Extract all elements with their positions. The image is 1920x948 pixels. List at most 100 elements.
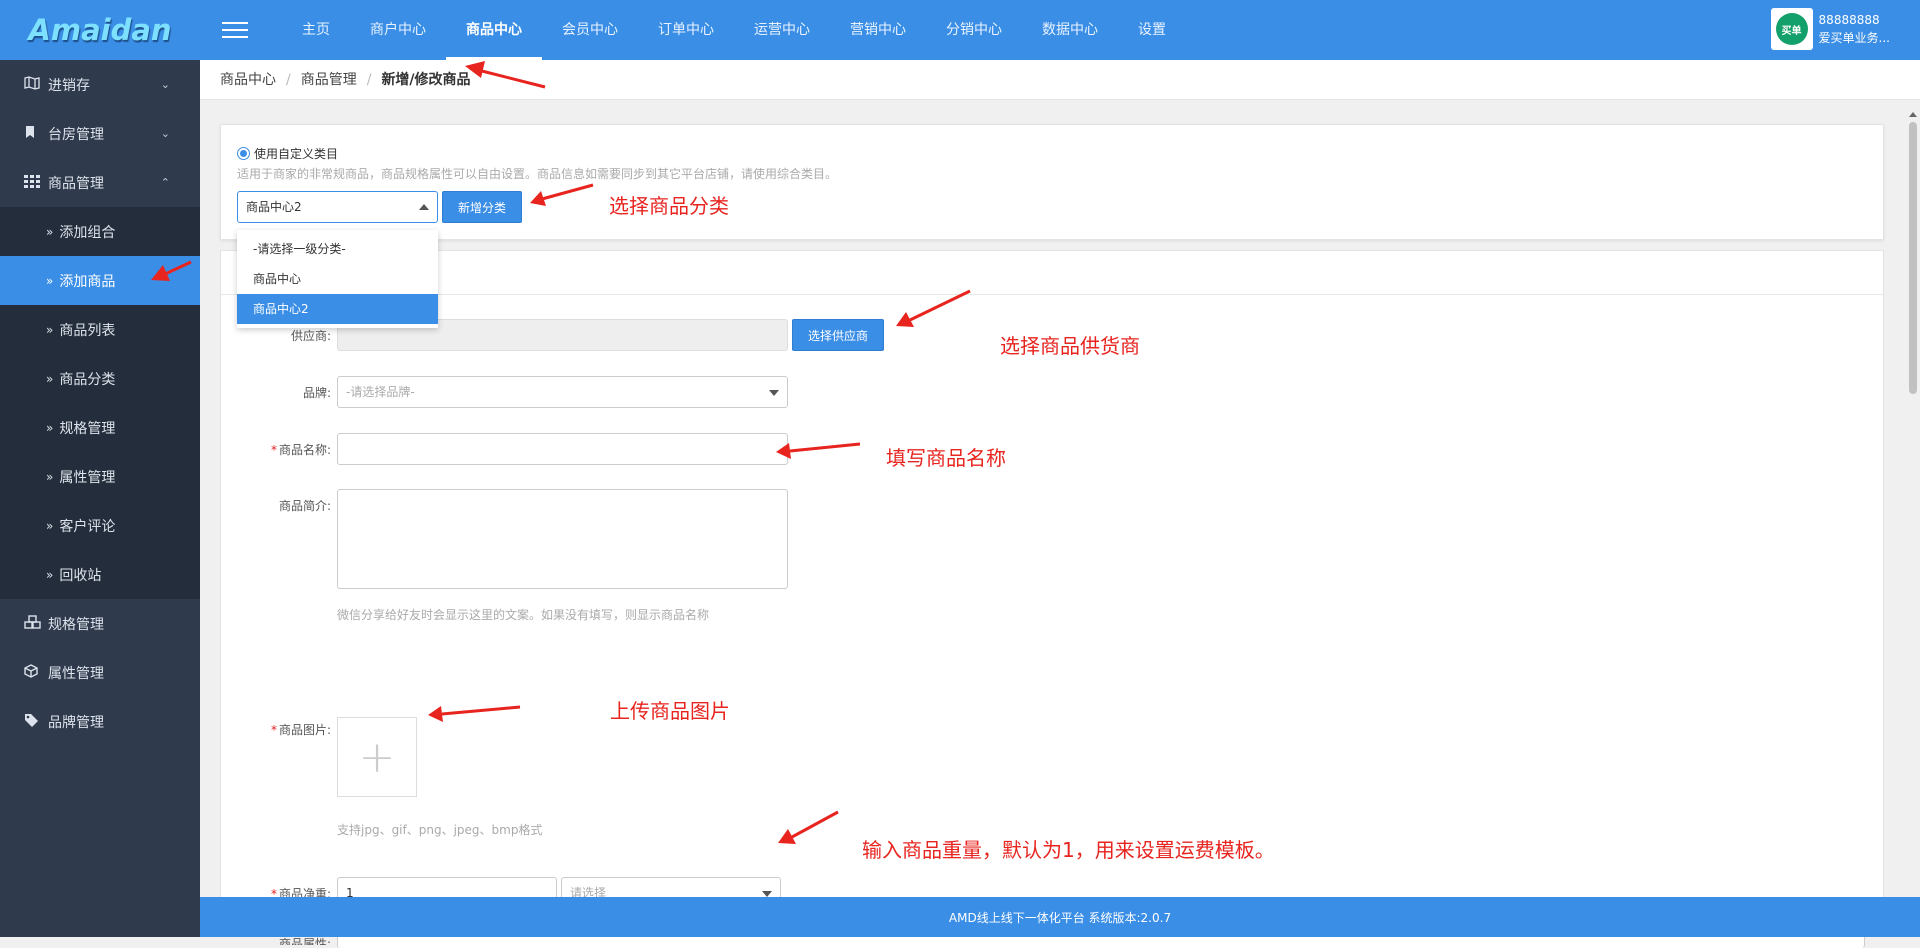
dropdown-option-selected[interactable]: 商品中心2 (237, 294, 438, 324)
plus-icon: + (358, 731, 396, 783)
sidebar-item-label: 属性管理 (48, 665, 104, 682)
hamburger-menu-icon[interactable] (222, 22, 248, 38)
choose-supplier-button[interactable]: 选择供应商 (792, 319, 884, 351)
user-id: 88888888 (1818, 13, 1880, 27)
user-name: 爱买单业务... (1818, 31, 1890, 45)
double-chevron-icon: » (46, 273, 54, 288)
annotation-choose-category: 选择商品分类 (609, 194, 729, 218)
tags-icon (24, 713, 42, 731)
footer-text: AMD线上线下一体化平台 系统版本:2.0.7 (948, 910, 1172, 925)
sub-item-label: 客户评论 (59, 518, 116, 535)
double-chevron-icon: » (46, 420, 54, 435)
top-bar: Amaidan 主页 商户中心 商品中心 会员中心 订单中心 运营中心 营销中心… (0, 0, 1920, 60)
sidebar-item-inventory[interactable]: 进销存 ⌄ (0, 60, 200, 109)
sidebar-item-label: 商品管理 (48, 175, 104, 192)
scrollbar[interactable] (1906, 112, 1920, 897)
sidebar-item-brand[interactable]: 品牌管理 (0, 697, 200, 746)
double-chevron-icon: » (46, 371, 54, 386)
custom-category-radio[interactable]: 使用自定义类目 (237, 145, 338, 162)
brand-label: 品牌: (302, 386, 331, 400)
brand-select[interactable]: -请选择品牌- (337, 376, 788, 408)
nav-tab-product-center[interactable]: 商品中心 (446, 0, 542, 60)
sub-item-label: 回收站 (59, 567, 102, 584)
main-content: 商品中心 / 商品管理 / 新增/修改商品 使用自定义类目 适用于商家的非常规商品，商品… (200, 60, 1920, 948)
nav-tab-member[interactable]: 会员中心 (542, 0, 638, 60)
dropdown-option[interactable]: -请选择一级分类- (237, 234, 438, 264)
nav-tab-merchant[interactable]: 商户中心 (350, 0, 446, 60)
nav-tab-operation[interactable]: 运营中心 (734, 0, 830, 60)
user-menu[interactable]: 买单 88888888 爱买单业务... (1770, 8, 1890, 50)
product-intro-label: 商品简介: (278, 499, 331, 513)
double-chevron-icon: » (46, 224, 54, 239)
category-select[interactable]: 商品中心2 (237, 191, 438, 223)
sidebar-item-label: 规格管理 (48, 616, 104, 633)
cubes-icon (24, 614, 42, 633)
sidebar-sub-add-combo[interactable]: » 添加组合 (0, 207, 200, 256)
sub-item-label: 规格管理 (59, 420, 116, 437)
sidebar-item-attr[interactable]: 属性管理 (0, 648, 200, 697)
breadcrumb-current: 新增/修改商品 (381, 72, 471, 88)
annotation-choose-supplier: 选择商品供货商 (1000, 334, 1140, 358)
scroll-up-icon[interactable] (1909, 112, 1917, 117)
double-chevron-icon: » (46, 567, 54, 582)
annotation-enter-weight: 输入商品重量，默认为1，用来设置运费模板。 (862, 838, 1275, 862)
radio-label: 使用自定义类目 (254, 147, 339, 161)
sidebar-item-label: 品牌管理 (48, 714, 104, 731)
top-nav: 主页 商户中心 商品中心 会员中心 订单中心 运营中心 营销中心 分销中心 数据… (282, 0, 1186, 60)
category-card: 使用自定义类目 适用于商家的非常规商品，商品规格属性可以自由设置。商品信息如需要… (220, 124, 1884, 240)
label-text: 商品图片: (278, 723, 331, 737)
sidebar-item-spec[interactable]: 规格管理 (0, 599, 200, 648)
avatar-logo: 买单 (1775, 13, 1808, 45)
sidebar-sub-add-product[interactable]: » 添加商品 (0, 256, 200, 305)
avatar[interactable]: 买单 (1770, 8, 1813, 50)
caret-up-icon (419, 204, 429, 210)
footer: AMD线上线下一体化平台 系统版本:2.0.7 (200, 897, 1920, 937)
add-category-button[interactable]: 新增分类 (442, 191, 522, 223)
sub-item-label: 添加商品 (59, 273, 116, 290)
nav-tab-data[interactable]: 数据中心 (1022, 0, 1118, 60)
chevron-down-icon: ⌄ (160, 78, 170, 91)
map-icon (24, 75, 42, 94)
category-dropdown: -请选择一级分类- 商品中心 商品中心2 (237, 230, 438, 328)
radio-checked-icon[interactable] (237, 147, 250, 160)
sidebar-sub-spec-mgmt[interactable]: » 规格管理 (0, 403, 200, 452)
sub-item-label: 商品列表 (59, 322, 116, 339)
product-intro-hint: 微信分享给好友时会显示这里的文案。如果没有填写，则显示商品名称 (337, 608, 710, 622)
sub-item-label: 添加组合 (59, 224, 116, 241)
brand-placeholder: -请选择品牌- (346, 385, 415, 399)
cube-icon (24, 663, 42, 682)
sidebar-item-room[interactable]: 台房管理 ⌄ (0, 109, 200, 158)
breadcrumb: 商品中心 / 商品管理 / 新增/修改商品 (200, 60, 1920, 100)
nav-tab-distribution[interactable]: 分销中心 (926, 0, 1022, 60)
upload-image-button[interactable]: + (337, 717, 417, 797)
dropdown-option[interactable]: 商品中心 (237, 264, 438, 294)
nav-tab-settings[interactable]: 设置 (1118, 0, 1186, 60)
sidebar-item-product-mgmt[interactable]: 商品管理 ⌃ (0, 158, 200, 207)
form-header (221, 251, 1883, 295)
grid-icon (24, 174, 42, 192)
product-intro-textarea[interactable] (337, 489, 788, 589)
sidebar-sub-product-list[interactable]: » 商品列表 (0, 305, 200, 354)
sidebar-sub-reviews[interactable]: » 客户评论 (0, 501, 200, 550)
category-hint: 适用于商家的非常规商品，商品规格属性可以自由设置。商品信息如需要同步到其它平台店… (237, 167, 838, 181)
double-chevron-icon: » (46, 518, 54, 533)
scrollbar-thumb[interactable] (1909, 122, 1917, 394)
sidebar: 进销存 ⌄ 台房管理 ⌄ 商品管理 ⌃ » 添加组合 » 添加商品 » 商品列表 » 商… (0, 60, 200, 937)
sidebar-sub-attr-mgmt[interactable]: » 属性管理 (0, 452, 200, 501)
sidebar-sub-recycle-bin[interactable]: » 回收站 (0, 550, 200, 599)
bookmark-icon (24, 125, 42, 143)
caret-down-icon (769, 390, 779, 396)
product-image-label: * 商品图片: (270, 723, 331, 737)
logo[interactable]: Amaidan (0, 0, 200, 60)
product-name-input[interactable] (337, 433, 788, 465)
product-name-label: * 商品名称: (270, 443, 331, 457)
breadcrumb-item[interactable]: 商品中心 (220, 72, 276, 88)
nav-tab-marketing[interactable]: 营销中心 (830, 0, 926, 60)
double-chevron-icon: » (46, 469, 54, 484)
breadcrumb-item[interactable]: 商品管理 (301, 72, 357, 88)
sidebar-sub-product-category[interactable]: » 商品分类 (0, 354, 200, 403)
sub-item-label: 商品分类 (59, 371, 116, 388)
nav-tab-home[interactable]: 主页 (282, 0, 350, 60)
nav-tab-order[interactable]: 订单中心 (638, 0, 734, 60)
annotation-upload-image: 上传商品图片 (610, 699, 730, 723)
